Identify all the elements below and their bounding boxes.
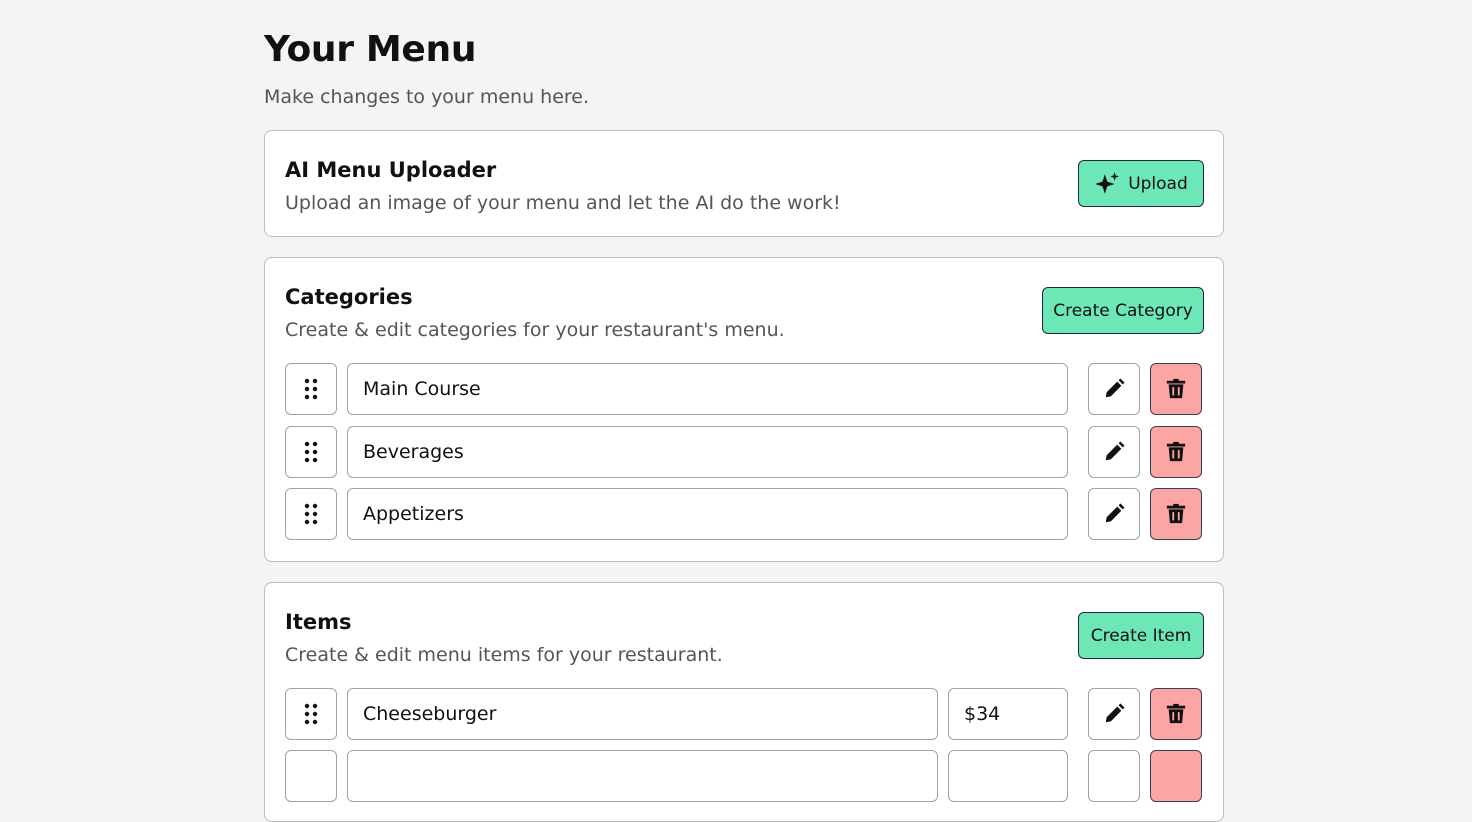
trash-icon: [1166, 503, 1186, 524]
category-drag-handle[interactable]: [285, 363, 337, 415]
delete-item-button[interactable]: [1150, 688, 1202, 740]
edit-item-button[interactable]: [1088, 688, 1140, 740]
item-name-field[interactable]: [347, 750, 938, 802]
page-subtitle: Make changes to your menu here.: [264, 86, 590, 108]
trash-icon: [1166, 378, 1186, 399]
item-drag-handle[interactable]: [285, 688, 337, 740]
categories-description: Create & edit categories for your restau…: [285, 319, 785, 341]
item-price-field[interactable]: [948, 750, 1068, 802]
delete-item-button[interactable]: [1150, 750, 1202, 802]
item-name-field[interactable]: Cheeseburger: [347, 688, 938, 740]
pencil-icon: [1105, 703, 1125, 723]
ai-uploader-title: AI Menu Uploader: [285, 158, 497, 182]
ai-uploader-description: Upload an image of your menu and let the…: [285, 192, 841, 214]
category-row: Appetizers: [285, 488, 1203, 540]
drag-handle-icon: [304, 378, 318, 400]
page-title: Your Menu: [264, 29, 477, 70]
drag-handle-icon: [304, 503, 318, 525]
edit-category-button[interactable]: [1088, 363, 1140, 415]
pencil-icon: [1105, 378, 1125, 398]
upload-button-label: Upload: [1128, 173, 1188, 194]
drag-handle-icon: [304, 441, 318, 463]
categories-card: Categories Create & edit categories for …: [264, 257, 1224, 562]
drag-handle-icon: [304, 703, 318, 725]
category-drag-handle[interactable]: [285, 426, 337, 478]
trash-icon: [1166, 441, 1186, 462]
category-row: Beverages: [285, 426, 1203, 478]
ai-uploader-card: AI Menu Uploader Upload an image of your…: [264, 130, 1224, 237]
item-row: Cheeseburger $34: [285, 688, 1203, 740]
edit-item-button[interactable]: [1088, 750, 1140, 802]
create-item-button[interactable]: Create Item: [1078, 612, 1204, 659]
create-category-button[interactable]: Create Category: [1042, 287, 1204, 334]
item-price-field[interactable]: $34: [948, 688, 1068, 740]
category-name-field[interactable]: Beverages: [347, 426, 1068, 478]
item-drag-handle[interactable]: [285, 750, 337, 802]
delete-category-button[interactable]: [1150, 363, 1202, 415]
edit-category-button[interactable]: [1088, 488, 1140, 540]
edit-category-button[interactable]: [1088, 426, 1140, 478]
item-row-partial: [285, 750, 1203, 802]
trash-icon: [1166, 703, 1186, 724]
upload-button[interactable]: Upload: [1078, 160, 1204, 207]
pencil-icon: [1105, 503, 1125, 523]
category-drag-handle[interactable]: [285, 488, 337, 540]
sparkles-icon: [1095, 171, 1120, 194]
categories-title: Categories: [285, 285, 413, 309]
delete-category-button[interactable]: [1150, 426, 1202, 478]
items-description: Create & edit menu items for your restau…: [285, 644, 723, 666]
category-name-field[interactable]: Main Course: [347, 363, 1068, 415]
items-card: Items Create & edit menu items for your …: [264, 582, 1224, 822]
pencil-icon: [1105, 441, 1125, 461]
category-name-field[interactable]: Appetizers: [347, 488, 1068, 540]
items-title: Items: [285, 610, 352, 634]
delete-category-button[interactable]: [1150, 488, 1202, 540]
category-row: Main Course: [285, 363, 1203, 415]
